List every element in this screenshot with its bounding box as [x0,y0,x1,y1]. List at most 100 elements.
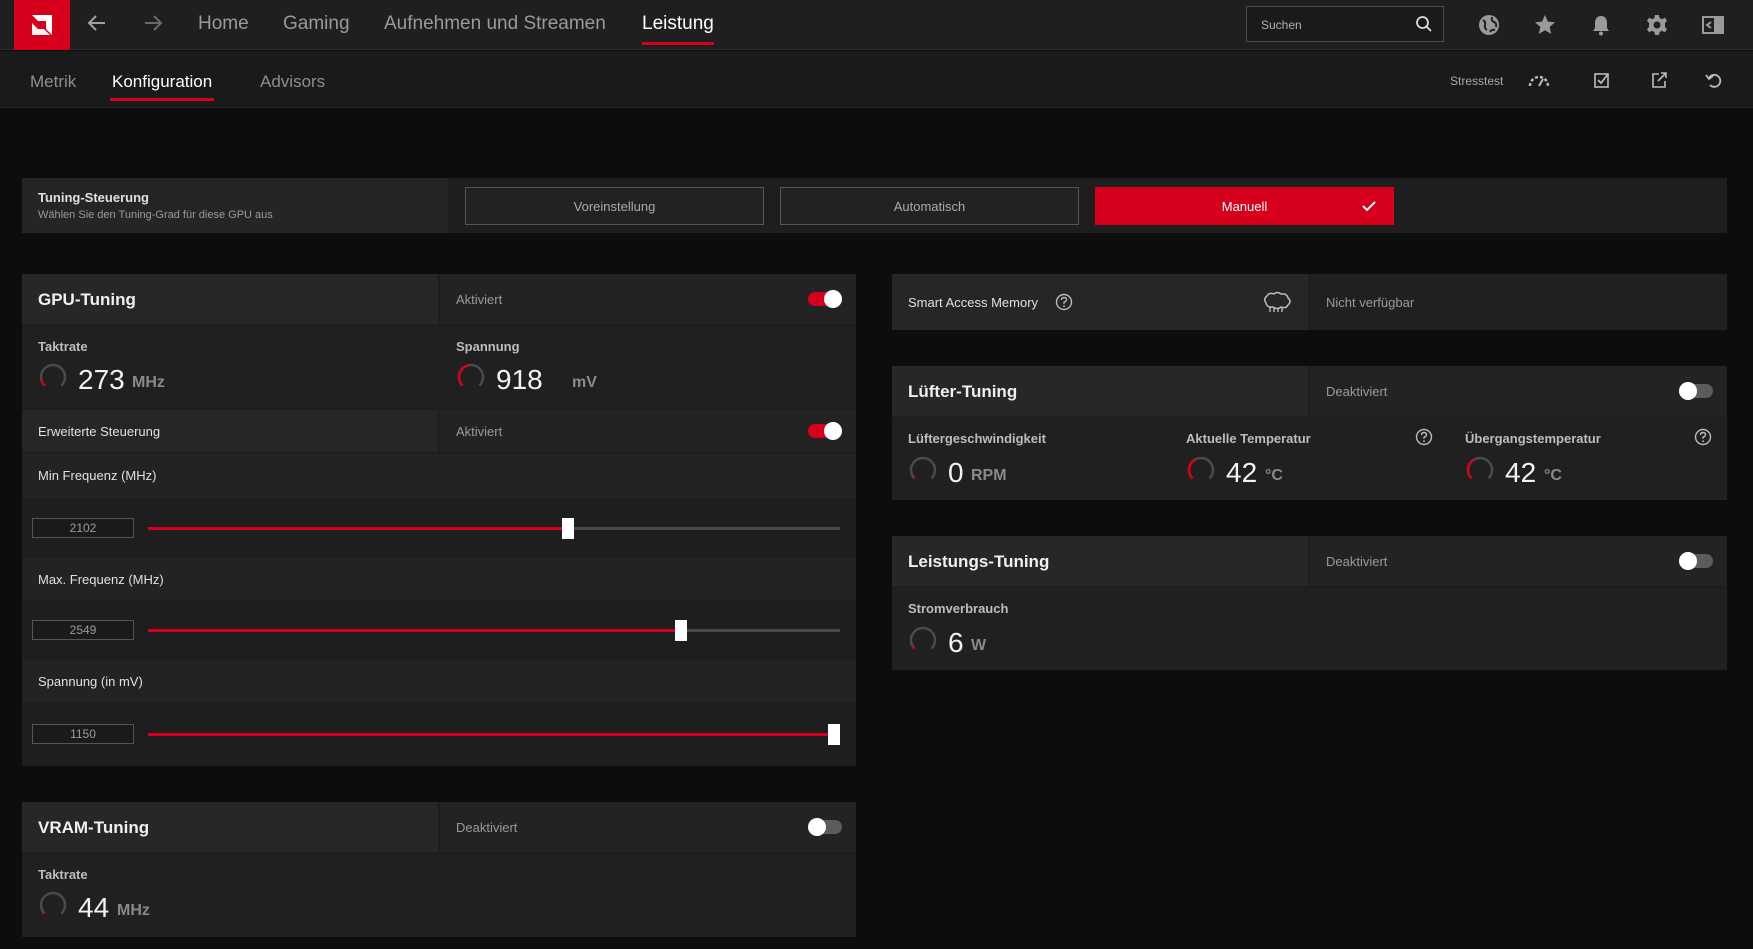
search-icon[interactable] [1415,15,1433,33]
voltage-input[interactable]: 1150 [32,724,134,744]
gauge-value-arc [911,645,916,650]
gauge-value-arc [40,379,46,387]
star-icon[interactable] [1532,12,1558,38]
power-tuning-header: Leistungs-Tuning [892,536,1308,586]
fan-speed-cell: Lüftergeschwindigkeit 0 RPM [892,418,1168,500]
current-temp-value: 42 [1226,457,1258,488]
voltage-slider-fill [148,733,840,736]
tab-konfiguration[interactable]: Konfiguration [109,72,215,101]
manual-button[interactable]: Manuell [1095,187,1394,225]
min-freq-input[interactable]: 2102 [32,518,134,538]
globe-icon[interactable] [1476,12,1502,38]
export-icon[interactable] [1648,69,1670,91]
power-tuning-panel: Leistungs-Tuning Deaktiviert Stromverbra… [892,536,1727,670]
gauge-value-arc [912,476,916,480]
help-icon[interactable] [1055,293,1073,311]
junction-temp-help-icon[interactable] [1694,428,1712,446]
max-freq-input[interactable]: 2549 [32,620,134,640]
clock-value: 273 [78,364,125,395]
back-arrow-icon[interactable] [86,12,108,39]
voltage-slider[interactable] [148,724,840,745]
clock-metric-cell: Taktrate 273 MHz [22,326,438,408]
tab-metrik[interactable]: Metrik [30,72,76,92]
max-freq-row: Max. Frequenz (MHz) [22,558,856,600]
voltage-value: 918 [496,364,543,395]
fan-tuning-state: Deaktiviert [1326,384,1388,399]
fan-tuning-title: Lüfter-Tuning [908,382,1018,401]
power-tuning-toggle[interactable] [1679,552,1713,570]
search-box[interactable]: Suchen [1246,6,1444,42]
sam-label-cell: Smart Access Memory [892,274,1308,330]
nav-record-stream[interactable]: Aufnehmen und Streamen [384,13,606,35]
voltage-slider-label-row: Spannung (in mV) [22,660,856,702]
vram-tuning-header: VRAM-Tuning [22,802,438,852]
sidebar-toggle-icon[interactable] [1700,12,1726,38]
gauge-value-arc [42,911,46,915]
fan-tuning-toggle[interactable] [1679,382,1713,400]
gpu-tuning-toggle[interactable] [808,290,842,308]
vram-tuning-state-cell: Deaktiviert [440,802,856,852]
junction-temp-gauge [1466,456,1494,480]
gpu-tuning-state-cell: Aktiviert [440,274,856,324]
junction-temp-label: Übergangstemperatur [1465,431,1601,446]
gauge-value-arc [457,364,469,387]
gpu-tuning-header: GPU-Tuning [22,274,438,324]
current-temp-label: Aktuelle Temperatur [1186,431,1311,446]
gauge-track [39,363,67,387]
memory-chip-icon [1263,291,1291,312]
preset-button[interactable]: Voreinstellung [465,187,764,225]
vram-tuning-toggle[interactable] [808,818,842,836]
min-freq-slider[interactable] [148,518,840,539]
clock-label: Taktrate [38,339,88,354]
gauge-track [909,456,937,480]
gauge-value-arc [1187,458,1197,480]
nav-gaming[interactable]: Gaming [283,13,350,35]
min-freq-slider-fill [148,527,569,530]
stresstest-label[interactable]: Stresstest [1450,74,1503,88]
junction-temp-cell: Übergangstemperatur 42 °C [1449,418,1727,500]
amd-logo[interactable] [14,0,70,50]
stresstest-gauge-icon[interactable] [1528,69,1550,91]
apply-changes-icon[interactable] [1591,69,1613,91]
gpu-tuning-title: GPU-Tuning [38,290,136,309]
advanced-control-state-cell: Aktiviert [440,410,856,452]
max-freq-label: Max. Frequenz (MHz) [38,572,164,587]
vram-clock-cell: Taktrate 44 MHz [22,854,856,937]
max-freq-slider[interactable] [148,620,840,641]
gauge-track [909,626,937,650]
current-temp-help-icon[interactable] [1415,428,1433,446]
advanced-control-label: Erweiterte Steuerung [38,424,161,439]
notification-bell-icon[interactable] [1588,12,1614,38]
reset-undo-icon[interactable] [1703,69,1725,91]
smart-access-memory-panel: Smart Access Memory Nicht verfügbar [892,274,1727,330]
fan-speed-unit: RPM [971,467,1007,484]
tab-advisors[interactable]: Advisors [260,72,325,92]
max-freq-slider-fill [148,629,681,632]
advanced-control-cell: Erweiterte Steuerung [22,410,438,452]
automatic-button[interactable]: Automatisch [780,187,1079,225]
advanced-control-state: Aktiviert [456,424,503,439]
search-placeholder: Suchen [1261,18,1302,32]
min-freq-slider-row: 2102 [22,500,856,556]
gpu-tuning-state: Aktiviert [456,292,503,307]
power-tuning-state: Deaktiviert [1326,554,1388,569]
min-freq-slider-thumb[interactable] [562,518,575,539]
advanced-control-toggle[interactable] [808,422,842,440]
fan-tuning-header: Lüfter-Tuning [892,366,1308,416]
vram-clock-gauge [39,891,67,915]
min-freq-row: Min Frequenz (MHz) [22,454,856,498]
sub-navigation-bar: Metrik Konfiguration Advisors Stresstest [0,51,1753,108]
vram-clock-value: 44 [78,892,110,923]
voltage-slider-label: Spannung (in mV) [38,674,143,689]
voltage-slider-thumb[interactable] [828,724,840,745]
gauge-track [39,891,67,915]
current-temp-gauge [1187,456,1215,480]
settings-gear-icon[interactable] [1644,12,1670,38]
nav-home[interactable]: Home [198,13,249,35]
forward-arrow-icon[interactable] [142,12,164,39]
nav-performance[interactable]: Leistung [642,13,714,45]
vram-tuning-panel: VRAM-Tuning Deaktiviert Taktrate 44 MHz [22,802,856,937]
max-freq-slider-thumb[interactable] [674,620,687,641]
clock-gauge [39,363,67,387]
voltage-slider-row: 1150 [22,704,856,766]
